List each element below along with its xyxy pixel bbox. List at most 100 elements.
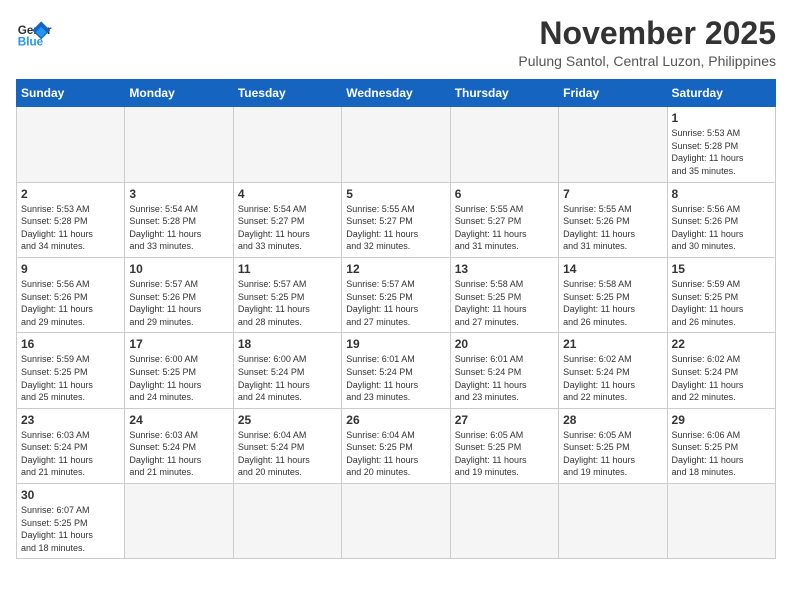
day-info: Sunrise: 5:55 AM Sunset: 5:27 PM Dayligh… (346, 203, 445, 253)
day-number: 28 (563, 413, 662, 427)
day-number: 4 (238, 187, 337, 201)
calendar-cell: 29 Sunrise: 6:06 AM Sunset: 5:25 PM Dayli… (667, 408, 775, 483)
calendar-cell: 8 Sunrise: 5:56 AM Sunset: 5:26 PM Daylig… (667, 182, 775, 257)
day-number: 6 (455, 187, 554, 201)
calendar-cell: 18Sunrise: 6:00 AM Sunset: 5:24 PM Dayli… (233, 333, 341, 408)
day-info: Sunrise: 5:53 AM Sunset: 5:28 PM Dayligh… (672, 127, 771, 177)
calendar-cell (667, 484, 775, 559)
day-number: 11 (238, 262, 337, 276)
day-number: 14 (563, 262, 662, 276)
day-info: Sunrise: 6:05 AM Sunset: 5:25 PM Dayligh… (455, 429, 554, 479)
day-info: Sunrise: 5:55 AM Sunset: 5:27 PM Dayligh… (455, 203, 554, 253)
day-number: 21 (563, 337, 662, 351)
day-header-monday: Monday (125, 80, 233, 107)
calendar-cell: 17 Sunrise: 6:00 AM Sunset: 5:25 PM Dayli… (125, 333, 233, 408)
day-info: Sunrise: 5:56 AM Sunset: 5:26 PM Dayligh… (21, 278, 120, 328)
calendar-cell: 15Sunrise: 5:59 AM Sunset: 5:25 PM Dayli… (667, 257, 775, 332)
day-info: Sunrise: 5:57 AM Sunset: 5:25 PM Dayligh… (238, 278, 337, 328)
calendar-cell (559, 484, 667, 559)
calendar-cell (125, 484, 233, 559)
day-number: 5 (346, 187, 445, 201)
day-number: 1 (672, 111, 771, 125)
calendar-cell: 9Sunrise: 5:56 AM Sunset: 5:26 PM Daylig… (17, 257, 125, 332)
day-number: 10 (129, 262, 228, 276)
day-number: 20 (455, 337, 554, 351)
calendar-cell: 22 Sunrise: 6:02 AM Sunset: 5:24 PM Dayli… (667, 333, 775, 408)
day-header-sunday: Sunday (17, 80, 125, 107)
logo: General Blue (16, 16, 52, 52)
day-number: 30 (21, 488, 120, 502)
calendar-cell: 13Sunrise: 5:58 AM Sunset: 5:25 PM Dayli… (450, 257, 558, 332)
calendar-cell: 5 Sunrise: 5:55 AM Sunset: 5:27 PM Daylig… (342, 182, 450, 257)
page-header: General Blue November 2025 Pulung Santol… (16, 16, 776, 69)
calendar-cell: 16 Sunrise: 5:59 AM Sunset: 5:25 PM Dayli… (17, 333, 125, 408)
calendar-cell: 26 Sunrise: 6:04 AM Sunset: 5:25 PM Dayli… (342, 408, 450, 483)
day-number: 22 (672, 337, 771, 351)
calendar-cell (559, 107, 667, 182)
day-info: Sunrise: 6:02 AM Sunset: 5:24 PM Dayligh… (672, 353, 771, 403)
day-header-tuesday: Tuesday (233, 80, 341, 107)
day-number: 8 (672, 187, 771, 201)
logo-icon: General Blue (16, 16, 52, 52)
calendar-week-row: 1 Sunrise: 5:53 AM Sunset: 5:28 PM Daylig… (17, 107, 776, 182)
calendar-cell (17, 107, 125, 182)
day-header-wednesday: Wednesday (342, 80, 450, 107)
day-info: Sunrise: 6:01 AM Sunset: 5:24 PM Dayligh… (455, 353, 554, 403)
day-info: Sunrise: 6:06 AM Sunset: 5:25 PM Dayligh… (672, 429, 771, 479)
calendar-cell: 2Sunrise: 5:53 AM Sunset: 5:28 PM Daylig… (17, 182, 125, 257)
calendar-cell: 4Sunrise: 5:54 AM Sunset: 5:27 PM Daylig… (233, 182, 341, 257)
day-number: 19 (346, 337, 445, 351)
calendar-cell (233, 484, 341, 559)
day-info: Sunrise: 6:00 AM Sunset: 5:24 PM Dayligh… (238, 353, 337, 403)
day-info: Sunrise: 6:02 AM Sunset: 5:24 PM Dayligh… (563, 353, 662, 403)
day-number: 2 (21, 187, 120, 201)
day-number: 7 (563, 187, 662, 201)
day-number: 29 (672, 413, 771, 427)
day-number: 25 (238, 413, 337, 427)
day-info: Sunrise: 6:00 AM Sunset: 5:25 PM Dayligh… (129, 353, 228, 403)
day-info: Sunrise: 5:55 AM Sunset: 5:26 PM Dayligh… (563, 203, 662, 253)
day-header-saturday: Saturday (667, 80, 775, 107)
calendar-cell (450, 107, 558, 182)
day-info: Sunrise: 6:03 AM Sunset: 5:24 PM Dayligh… (21, 429, 120, 479)
day-number: 26 (346, 413, 445, 427)
location-title: Pulung Santol, Central Luzon, Philippine… (518, 53, 776, 69)
day-info: Sunrise: 5:57 AM Sunset: 5:26 PM Dayligh… (129, 278, 228, 328)
calendar-header-row: SundayMondayTuesdayWednesdayThursdayFrid… (17, 80, 776, 107)
calendar-week-row: 2Sunrise: 5:53 AM Sunset: 5:28 PM Daylig… (17, 182, 776, 257)
calendar-week-row: 16 Sunrise: 5:59 AM Sunset: 5:25 PM Dayli… (17, 333, 776, 408)
day-number: 12 (346, 262, 445, 276)
calendar-cell (342, 107, 450, 182)
calendar-cell: 7 Sunrise: 5:55 AM Sunset: 5:26 PM Daylig… (559, 182, 667, 257)
day-number: 16 (21, 337, 120, 351)
calendar-cell: 19 Sunrise: 6:01 AM Sunset: 5:24 PM Dayli… (342, 333, 450, 408)
day-number: 27 (455, 413, 554, 427)
day-number: 15 (672, 262, 771, 276)
calendar-cell (450, 484, 558, 559)
calendar-week-row: 9Sunrise: 5:56 AM Sunset: 5:26 PM Daylig… (17, 257, 776, 332)
calendar-cell: 30Sunrise: 6:07 AM Sunset: 5:25 PM Dayli… (17, 484, 125, 559)
day-number: 3 (129, 187, 228, 201)
calendar-cell: 3Sunrise: 5:54 AM Sunset: 5:28 PM Daylig… (125, 182, 233, 257)
calendar-week-row: 30Sunrise: 6:07 AM Sunset: 5:25 PM Dayli… (17, 484, 776, 559)
day-info: Sunrise: 6:05 AM Sunset: 5:25 PM Dayligh… (563, 429, 662, 479)
day-number: 17 (129, 337, 228, 351)
calendar-week-row: 23Sunrise: 6:03 AM Sunset: 5:24 PM Dayli… (17, 408, 776, 483)
calendar-cell (233, 107, 341, 182)
day-info: Sunrise: 5:58 AM Sunset: 5:25 PM Dayligh… (455, 278, 554, 328)
day-info: Sunrise: 6:04 AM Sunset: 5:24 PM Dayligh… (238, 429, 337, 479)
day-info: Sunrise: 5:57 AM Sunset: 5:25 PM Dayligh… (346, 278, 445, 328)
calendar-cell: 1 Sunrise: 5:53 AM Sunset: 5:28 PM Daylig… (667, 107, 775, 182)
day-info: Sunrise: 5:59 AM Sunset: 5:25 PM Dayligh… (21, 353, 120, 403)
calendar-cell: 20 Sunrise: 6:01 AM Sunset: 5:24 PM Dayli… (450, 333, 558, 408)
title-block: November 2025 Pulung Santol, Central Luz… (518, 16, 776, 69)
calendar-cell: 24Sunrise: 6:03 AM Sunset: 5:24 PM Dayli… (125, 408, 233, 483)
calendar-cell: 25 Sunrise: 6:04 AM Sunset: 5:24 PM Dayli… (233, 408, 341, 483)
day-info: Sunrise: 5:56 AM Sunset: 5:26 PM Dayligh… (672, 203, 771, 253)
calendar-cell (125, 107, 233, 182)
day-info: Sunrise: 5:58 AM Sunset: 5:25 PM Dayligh… (563, 278, 662, 328)
day-header-friday: Friday (559, 80, 667, 107)
day-info: Sunrise: 6:01 AM Sunset: 5:24 PM Dayligh… (346, 353, 445, 403)
day-info: Sunrise: 6:04 AM Sunset: 5:25 PM Dayligh… (346, 429, 445, 479)
day-info: Sunrise: 6:03 AM Sunset: 5:24 PM Dayligh… (129, 429, 228, 479)
